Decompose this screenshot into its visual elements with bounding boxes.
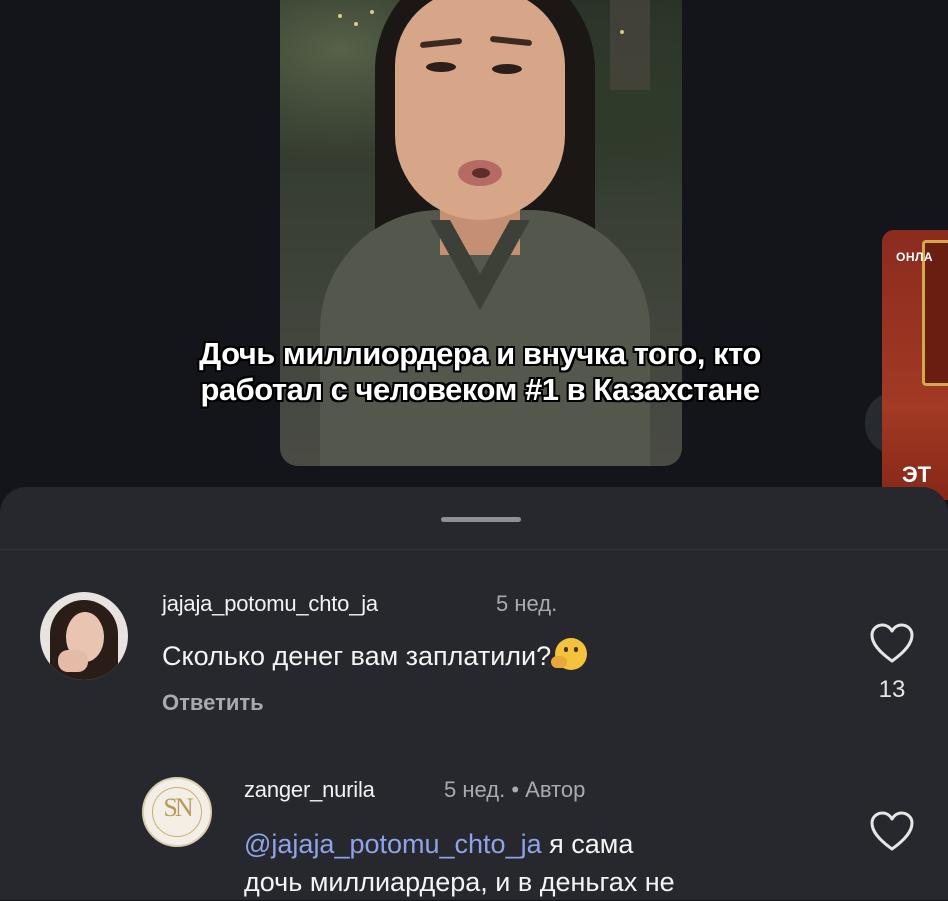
person-face (395, 0, 565, 220)
mention-link[interactable]: @jajaja_potomu_chto_ja (244, 829, 542, 859)
like-count: 13 (878, 676, 906, 703)
video-caption: Дочь миллиордера и внучка того, кто рабо… (199, 336, 761, 407)
video-light (354, 22, 358, 26)
avatar-hand (58, 650, 88, 672)
person-eye (426, 62, 456, 72)
comment-time: 5 нед. (444, 777, 506, 802)
avatar-monogram: SN (163, 793, 193, 822)
heart-icon[interactable] (868, 809, 916, 853)
author-avatar[interactable]: SN (142, 777, 212, 847)
comment-text-line1: я сама (549, 829, 634, 859)
meta-separator: • (511, 777, 520, 802)
comments-sheet[interactable]: jajaja_potomu_chto_ja 5 нед. Сколько ден… (0, 487, 948, 900)
commenter-avatar[interactable] (40, 592, 128, 680)
comment-text-line2: дочь миллиардера, и в деньгах не (244, 867, 675, 897)
video-light (620, 30, 624, 34)
video-area[interactable]: Дочь миллиордера и внучка того, кто рабо… (0, 0, 948, 500)
video-light (370, 10, 374, 14)
video-light (338, 14, 342, 18)
next-preview-bottom-label: ЭТ (902, 462, 932, 487)
comment-meta: 5 нед. • Автор (444, 777, 585, 803)
comment-text-body: Сколько денег вам заплатили? (162, 641, 552, 671)
author-badge: Автор (525, 777, 586, 802)
comment-username[interactable]: zanger_nurila (244, 777, 375, 803)
sheet-drag-handle[interactable] (441, 517, 521, 522)
next-preview-top-label: ОНЛА (896, 250, 934, 264)
thinking-face-icon (551, 638, 588, 670)
reply-button[interactable]: Ответить (162, 690, 264, 716)
sheet-divider (0, 549, 948, 550)
comment-time: 5 нед. (496, 591, 558, 616)
video-building (610, 0, 650, 90)
comment-text: Сколько денег вам заплатили? (162, 637, 588, 675)
heart-icon[interactable] (868, 621, 916, 665)
next-video-preview[interactable]: ОНЛА ЭТ (882, 230, 948, 500)
person-eye (492, 64, 522, 74)
comment-username[interactable]: jajaja_potomu_chto_ja (162, 591, 378, 617)
person-mouth-inner (472, 168, 490, 178)
comment-text: @jajaja_potomu_chto_ja я сама дочь милли… (244, 825, 675, 901)
